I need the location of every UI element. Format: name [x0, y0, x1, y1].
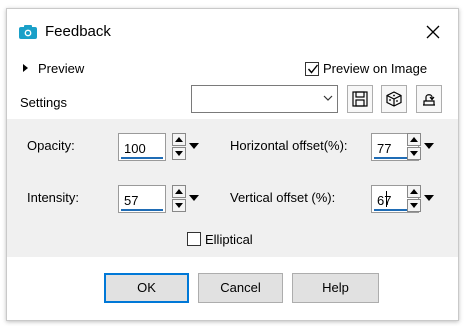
parameters-panel: Opacity: 100 Intensity: 57 Horizontal of… [7, 119, 458, 257]
vertical-offset-value: 67 [377, 193, 392, 208]
reset-button[interactable] [416, 85, 442, 113]
save-icon [352, 91, 368, 107]
opacity-value: 100 [124, 141, 146, 156]
horizontal-offset-dropdown-button[interactable] [423, 133, 436, 161]
reset-icon [423, 94, 435, 106]
intensity-label: Intensity: [27, 190, 80, 205]
intensity-input[interactable]: 57 [118, 185, 166, 213]
arrow-up-icon [175, 189, 183, 194]
vertical-offset-decrement-button[interactable] [407, 199, 421, 212]
elliptical-checkbox[interactable] [187, 232, 201, 246]
vertical-offset-label: Vertical offset (%): [230, 190, 336, 205]
save-preset-button[interactable] [347, 85, 373, 113]
preview-on-image-checkbox[interactable] [305, 62, 319, 76]
help-button[interactable]: Help [292, 273, 379, 303]
close-icon [426, 25, 440, 39]
intensity-stepper [172, 185, 186, 213]
caret-down-icon [189, 143, 199, 149]
arrow-down-icon [175, 203, 183, 208]
opacity-dropdown-button[interactable] [188, 133, 201, 161]
feedback-dialog: Feedback Preview Preview on Image Settin… [6, 8, 459, 321]
arrow-up-icon [175, 137, 183, 142]
opacity-stepper [172, 133, 186, 161]
elliptical-label: Elliptical [205, 232, 253, 247]
title-bar: Feedback [7, 9, 458, 54]
ok-button[interactable]: OK [104, 273, 189, 303]
intensity-dropdown-button[interactable] [188, 185, 201, 213]
horizontal-offset-value: 77 [377, 141, 392, 156]
randomize-button[interactable] [381, 85, 407, 113]
camera-icon [19, 25, 37, 39]
vertical-offset-increment-button[interactable] [407, 185, 421, 198]
expand-arrow-icon [23, 64, 28, 72]
opacity-input[interactable]: 100 [118, 133, 166, 161]
dice-icon [386, 91, 402, 107]
vertical-offset-dropdown-button[interactable] [423, 185, 436, 213]
arrow-down-icon [410, 203, 418, 208]
arrow-up-icon [410, 137, 418, 142]
preview-label: Preview [38, 60, 85, 76]
arrow-down-icon [410, 151, 418, 156]
opacity-decrement-button[interactable] [172, 147, 186, 160]
vertical-offset-stepper [407, 185, 421, 213]
preview-on-image-label: Preview on Image [323, 61, 428, 76]
field-underline [121, 157, 163, 159]
text-cursor [386, 191, 387, 207]
intensity-decrement-button[interactable] [172, 199, 186, 212]
caret-down-icon [424, 143, 434, 149]
intensity-increment-button[interactable] [172, 185, 186, 198]
horizontal-offset-label: Horizontal offset(%): [230, 138, 348, 153]
settings-label: Settings [20, 95, 67, 110]
opacity-label: Opacity: [27, 138, 75, 153]
field-underline [121, 209, 163, 211]
preview-row: Preview Preview on Image [7, 58, 458, 80]
settings-dropdown[interactable] [191, 85, 338, 113]
chevron-down-icon [323, 95, 333, 101]
preview-expander[interactable]: Preview [23, 58, 84, 78]
arrow-down-icon [175, 151, 183, 156]
window-title: Feedback [45, 23, 111, 40]
horizontal-offset-stepper [407, 133, 421, 161]
horizontal-offset-decrement-button[interactable] [407, 147, 421, 160]
intensity-value: 57 [124, 193, 139, 208]
cancel-button[interactable]: Cancel [198, 273, 283, 303]
caret-down-icon [424, 195, 434, 201]
close-button[interactable] [423, 22, 443, 42]
checkmark-icon [307, 64, 319, 74]
horizontal-offset-increment-button[interactable] [407, 133, 421, 146]
arrow-up-icon [410, 189, 418, 194]
caret-down-icon [189, 195, 199, 201]
opacity-increment-button[interactable] [172, 133, 186, 146]
